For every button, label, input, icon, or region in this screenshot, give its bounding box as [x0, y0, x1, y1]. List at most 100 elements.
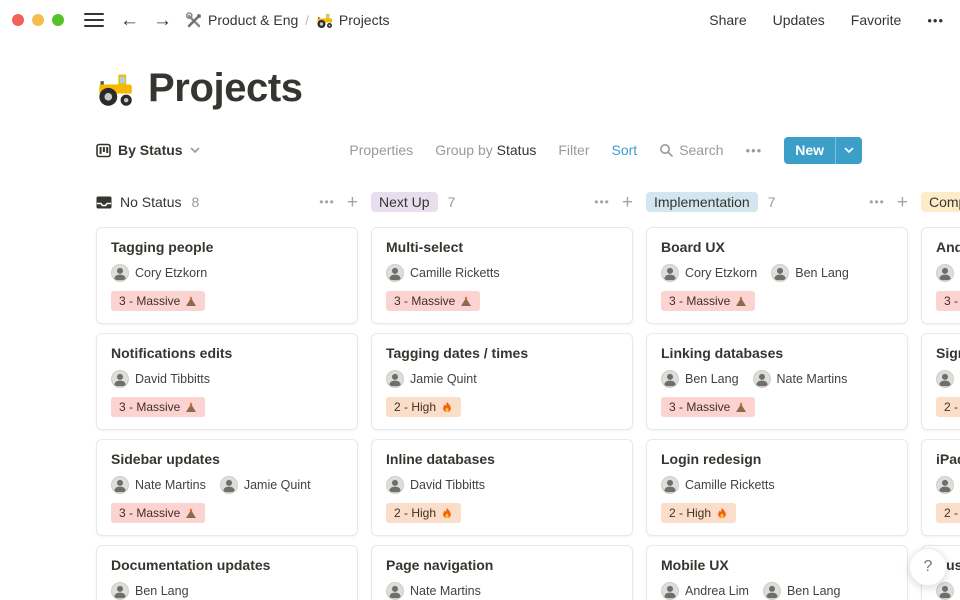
assignee: Nate Martins: [753, 370, 848, 388]
updates-button[interactable]: Updates: [773, 12, 825, 28]
card-documentation-updates[interactable]: Documentation updates Ben Lang 2 - High: [96, 545, 358, 600]
column-add-icon[interactable]: +: [622, 193, 633, 212]
priority-label: 3 - Massive: [119, 400, 180, 414]
back-arrow-icon[interactable]: ←: [120, 11, 139, 30]
group-by-label: Group by: [435, 142, 493, 158]
card-page-navigation[interactable]: Page navigation Nate Martins 1- Normal: [371, 545, 633, 600]
assignee-name: Ben Lang: [795, 266, 849, 280]
card-title: Tagging dates / times: [386, 345, 618, 361]
avatar: [661, 370, 679, 388]
kanban-board: No Status 8 ••• + Tagging people Cory Et…: [0, 189, 960, 600]
priority-label: 2 - High: [669, 506, 711, 520]
column-count: 7: [768, 194, 776, 210]
close-window-button[interactable]: [12, 14, 24, 26]
avatar: [386, 582, 404, 600]
card-title: Notifications edits: [111, 345, 343, 361]
card-inline-databases[interactable]: Inline databases David Tibbitts 2 - High: [371, 439, 633, 536]
card-title: Linking databases: [661, 345, 893, 361]
assignee-name: Nate Martins: [135, 478, 206, 492]
column-header: Next Up 7 ••• +: [371, 189, 633, 215]
avatar: [936, 264, 954, 282]
avatar: [936, 476, 954, 494]
column-next-up: Next Up 7 ••• + Multi-select Camille Ric…: [371, 189, 633, 600]
assignee: Nate Martins: [386, 582, 481, 600]
column-more-icon[interactable]: •••: [869, 195, 885, 209]
filter-button[interactable]: Filter: [558, 142, 589, 158]
card-tagging-dates-times[interactable]: Tagging dates / times Jamie Quint 2 - Hi…: [371, 333, 633, 430]
priority-label: 2 - High: [944, 506, 960, 520]
card-title: Mobile UX: [661, 557, 893, 573]
column-more-icon[interactable]: •••: [594, 195, 610, 209]
new-button-chevron-icon[interactable]: [835, 137, 862, 164]
view-selector-label: By Status: [118, 142, 183, 158]
properties-button[interactable]: Properties: [349, 142, 413, 158]
column-add-icon[interactable]: +: [347, 193, 358, 212]
breadcrumb-page-label: Projects: [339, 12, 390, 28]
help-button[interactable]: ?: [909, 548, 947, 586]
volcano-icon: [185, 507, 197, 519]
avatar: [386, 476, 404, 494]
priority-pill: 2 - High: [661, 503, 736, 523]
card-mobile-ux[interactable]: Mobile UX Andrea Lim Ben Lang 1- Normal: [646, 545, 908, 600]
assignee: Nate Martins: [936, 582, 960, 600]
sort-button[interactable]: Sort: [612, 142, 638, 158]
toolbar-more-icon[interactable]: •••: [746, 143, 763, 158]
breadcrumb-page[interactable]: Projects: [316, 12, 390, 29]
priority-pill: 2 - High: [936, 503, 960, 523]
view-selector[interactable]: By Status: [96, 142, 200, 158]
assignee: Cory Etzkorn: [111, 264, 207, 282]
card-android-app[interactable]: Android app Nate Martins 3 - Massive: [921, 227, 960, 324]
card-sidebar-updates[interactable]: Sidebar updates Nate Martins Jamie Quint…: [96, 439, 358, 536]
card-title: Documentation updates: [111, 557, 343, 573]
sidebar-toggle-icon[interactable]: [84, 13, 104, 27]
breadcrumb-workspace[interactable]: Product & Eng: [186, 12, 298, 28]
more-options-icon[interactable]: •••: [927, 13, 944, 28]
avatar: [386, 264, 404, 282]
assignee-name: Cory Etzkorn: [685, 266, 757, 280]
card-linking-databases[interactable]: Linking databases Ben Lang Nate Martins …: [646, 333, 908, 430]
assignee-name: Ben Lang: [685, 372, 739, 386]
topbar-actions: Share Updates Favorite •••: [709, 12, 944, 28]
assignee: David Tibbitts: [386, 476, 485, 494]
forward-arrow-icon[interactable]: →: [153, 11, 172, 30]
card-tagging-people[interactable]: Tagging people Cory Etzkorn 3 - Massive: [96, 227, 358, 324]
favorite-button[interactable]: Favorite: [851, 12, 902, 28]
assignee-name: Andrea Lim: [685, 584, 749, 598]
column-header: Implementation 7 ••• +: [646, 189, 908, 215]
breadcrumb: Product & Eng / Projects: [186, 12, 389, 29]
assignee: Andrea Lim: [661, 582, 749, 600]
card-signup-flow[interactable]: Signup flow Jamie Quint 2 - High: [921, 333, 960, 430]
column-implementation: Implementation 7 ••• + Board UX Cory Etz…: [646, 189, 908, 600]
card-notifications-edits[interactable]: Notifications edits David Tibbitts 3 - M…: [96, 333, 358, 430]
assignee-name: Camille Ricketts: [410, 266, 500, 280]
assignee-name: Ben Lang: [787, 584, 841, 598]
card-multi-select[interactable]: Multi-select Camille Ricketts 3 - Massiv…: [371, 227, 633, 324]
assignee: Camille Ricketts: [661, 476, 775, 494]
assignee-name: Camille Ricketts: [685, 478, 775, 492]
priority-label: 2 - High: [944, 400, 960, 414]
share-button[interactable]: Share: [709, 12, 746, 28]
column-more-icon[interactable]: •••: [319, 195, 335, 209]
card-ipad-app[interactable]: iPad app Camille Ricketts 2 - High: [921, 439, 960, 536]
card-login-redesign[interactable]: Login redesign Camille Ricketts 2 - High: [646, 439, 908, 536]
priority-pill: 3 - Massive: [111, 503, 205, 523]
breadcrumb-separator: /: [305, 13, 309, 28]
new-button[interactable]: New: [784, 137, 862, 164]
search-button[interactable]: Search: [659, 142, 723, 158]
priority-pill: 3 - Massive: [936, 291, 960, 311]
avatar: [111, 476, 129, 494]
assignee-name: Ben Lang: [135, 584, 189, 598]
card-board-ux[interactable]: Board UX Cory Etzkorn Ben Lang 3 - Massi…: [646, 227, 908, 324]
avatar: [661, 264, 679, 282]
avatar: [753, 370, 771, 388]
column-completed: Completed Android app Nate Martins 3 - M…: [921, 189, 960, 600]
zoom-window-button[interactable]: [52, 14, 64, 26]
group-by-button[interactable]: Group by Status: [435, 142, 536, 158]
page-tractor-icon: [96, 70, 134, 108]
volcano-icon: [735, 401, 747, 413]
minimize-window-button[interactable]: [32, 14, 44, 26]
new-button-label[interactable]: New: [784, 137, 835, 164]
card-title: Page navigation: [386, 557, 618, 573]
column-add-icon[interactable]: +: [897, 193, 908, 212]
volcano-icon: [460, 295, 472, 307]
